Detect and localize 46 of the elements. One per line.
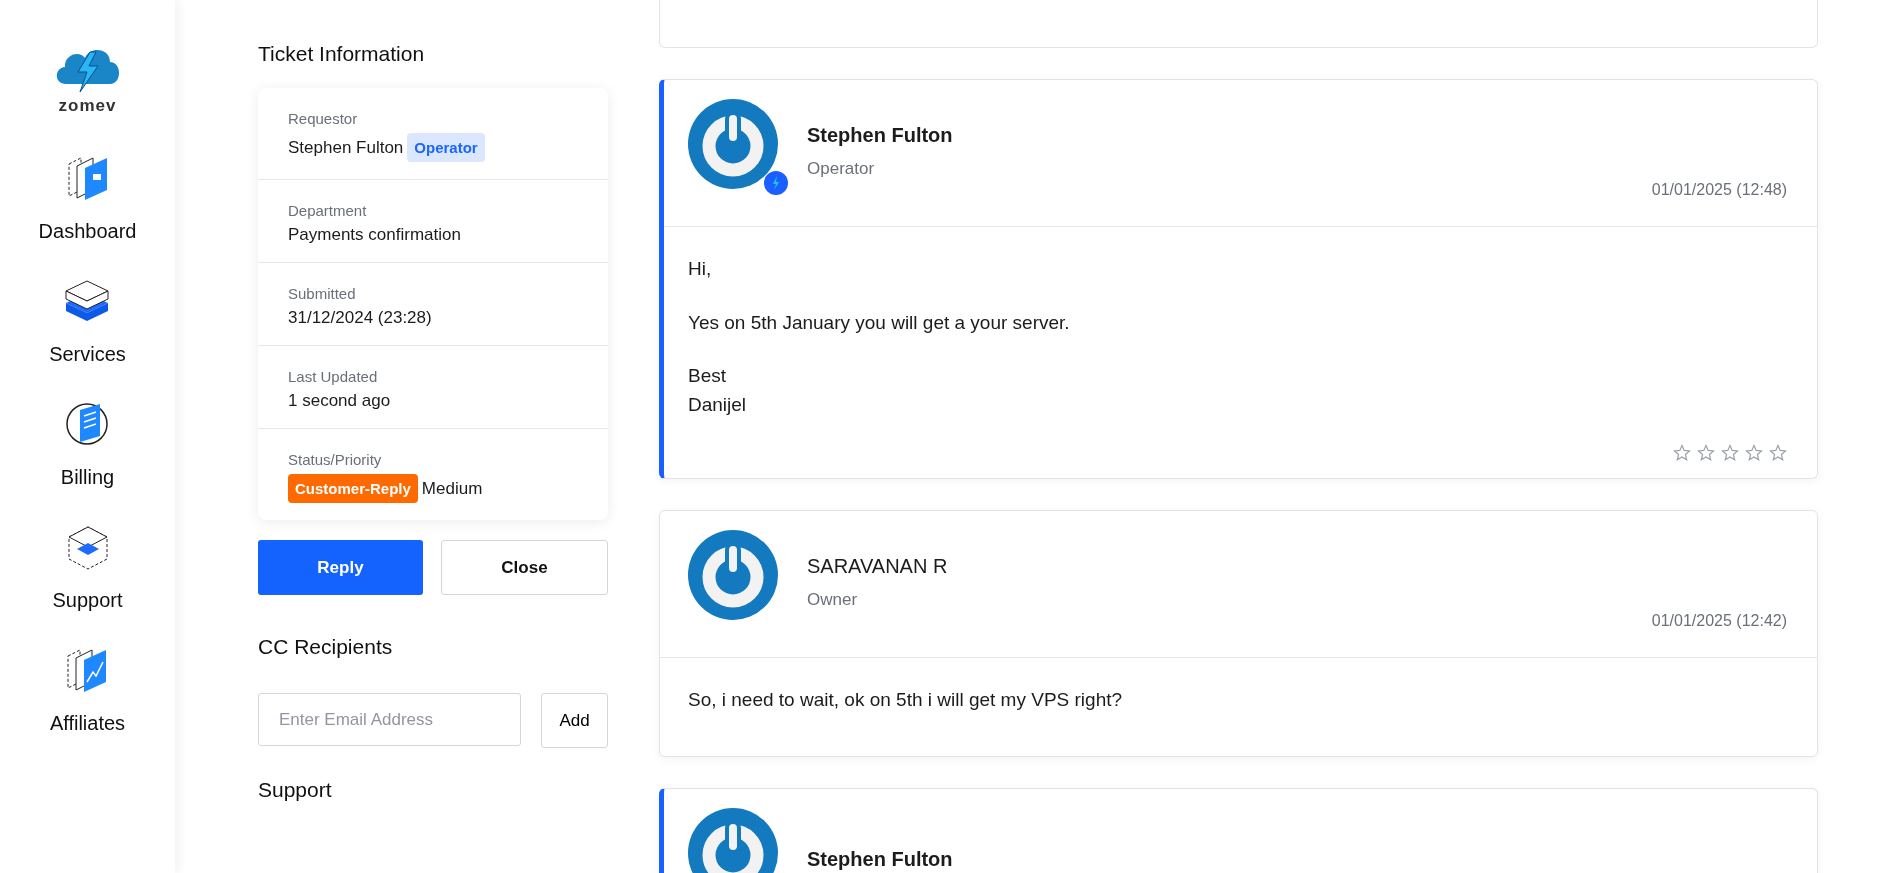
field-label: Last Updated [288,368,379,385]
section-heading: Ticket Information [258,42,426,66]
message-text: Best Danijel [688,364,748,417]
message-text: So, i need to wait, ok on 5th i will get my VPS right? [688,688,1124,712]
staff-badge-icon [764,171,788,195]
sidebar-item[interactable]: Dashboard [38,154,137,243]
status-badge: Customer-Reply [288,474,418,503]
message-text: Yes on 5th January you will get a your server. [688,310,1071,335]
star-icon[interactable] [1697,444,1715,462]
email-input-field[interactable]: Enter Email Address [258,693,521,746]
message-time: 01/01/2025 (12:48) [1651,181,1787,199]
author-name: Stephen Fulton [807,123,953,147]
star-rating[interactable] [1673,444,1787,462]
logo-text: zomev [58,96,117,116]
star-icon[interactable] [1769,444,1787,462]
sidebar-item[interactable]: Services [49,277,126,366]
avatar-icon [688,530,778,620]
reply-button[interactable]: Reply [258,540,423,595]
role-badge: Operator [407,133,485,162]
message-text: Hi, [688,257,713,281]
author-name: SARAVANAN R [807,554,948,578]
priority-value: Medium [421,478,483,499]
sidebar-item[interactable]: Billing [60,400,115,489]
field-value: 31/12/2024 (23:28) [288,308,432,328]
field-label: Status/Priority [288,451,383,468]
author-name: Stephen Fulton [807,848,953,871]
add-button[interactable]: Add [541,693,608,748]
avatar-icon [688,99,778,189]
field-value: 1 second ago [288,391,391,411]
section-heading: CC Recipients [258,635,394,659]
close-button[interactable]: Close [441,540,608,595]
field-label: Requestor [288,110,359,127]
avatar-icon [688,807,778,873]
message-time: 01/01/2025 (12:42) [1651,612,1787,630]
star-icon[interactable] [1745,444,1763,462]
author-role: Operator [807,158,876,179]
field-label: Submitted [288,285,357,302]
sidebar-item[interactable]: Support [52,523,123,612]
star-icon[interactable] [1721,444,1739,462]
field-value: Payments confirmation [288,225,461,245]
star-icon[interactable] [1673,444,1691,462]
sidebar-item[interactable]: Affiliates [49,646,126,735]
field-value: Stephen Fulton [288,137,404,158]
author-role: Owner [807,589,859,610]
section-heading: Support [258,778,333,802]
field-label: Department [288,202,368,219]
